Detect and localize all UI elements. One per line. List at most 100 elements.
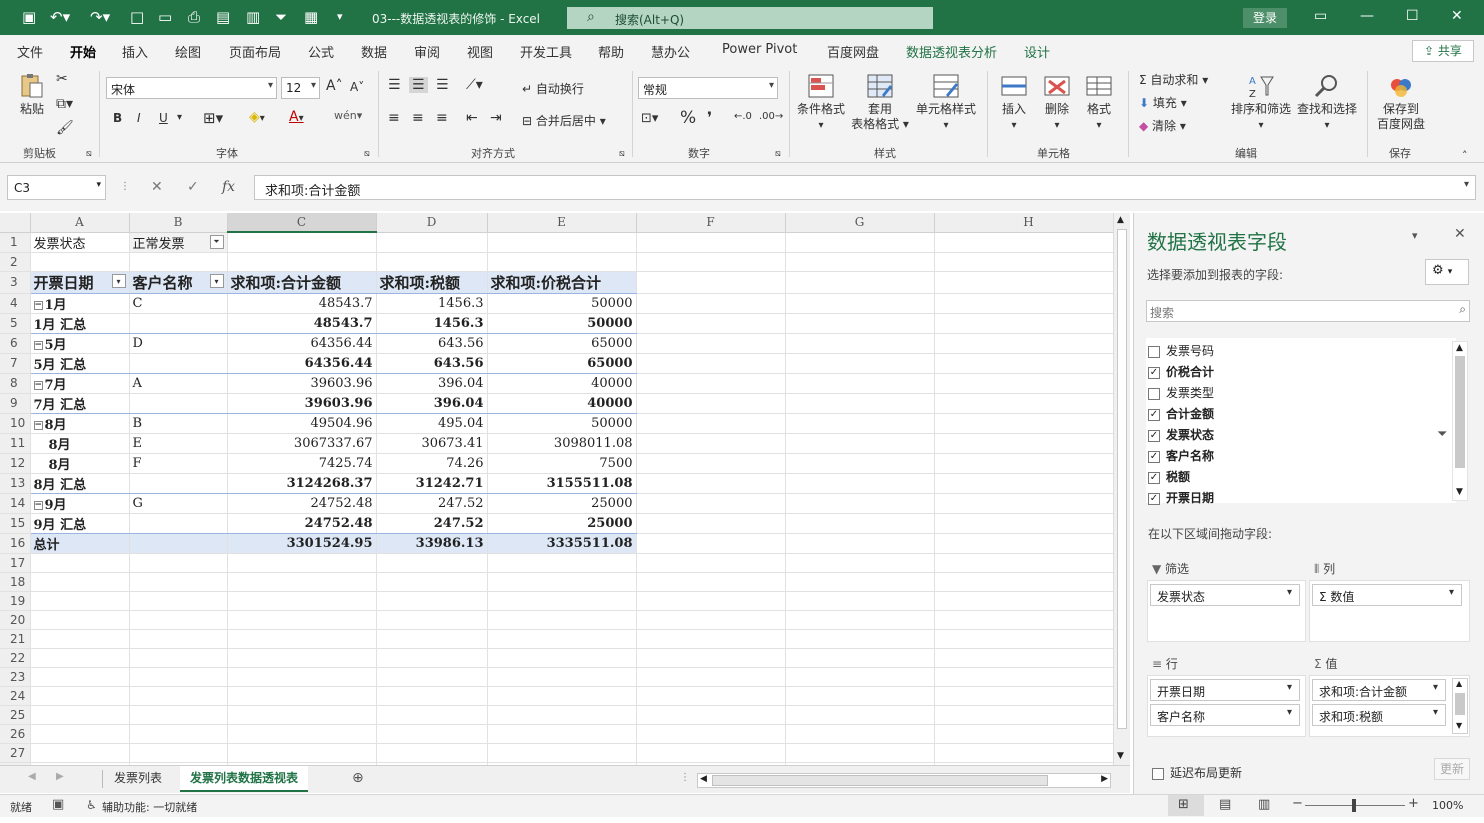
- cell[interactable]: 30673.41: [376, 433, 488, 454]
- scroll-up-icon[interactable]: ▲: [1117, 215, 1124, 225]
- row-field-pill[interactable]: 开票日期: [1150, 679, 1300, 701]
- cell[interactable]: [129, 629, 228, 649]
- cell[interactable]: [934, 743, 1124, 763]
- scrollbar-thumb[interactable]: [1455, 356, 1465, 468]
- field-item[interactable]: ✓ 税额: [1148, 468, 1190, 485]
- cell[interactable]: [636, 667, 786, 687]
- align-center-icon[interactable]: ≡: [412, 110, 424, 126]
- page-layout-view-icon[interactable]: ▤: [1219, 797, 1231, 812]
- cell[interactable]: 25000: [487, 513, 637, 534]
- row-header[interactable]: 10: [0, 413, 31, 434]
- align-top-icon[interactable]: ☰: [388, 77, 401, 93]
- cell[interactable]: [487, 572, 637, 592]
- cell[interactable]: [227, 686, 377, 706]
- row-header[interactable]: 15: [0, 513, 31, 534]
- cell[interactable]: [636, 513, 786, 534]
- cell[interactable]: [487, 232, 637, 253]
- prev-sheet-icon[interactable]: ◀: [28, 771, 36, 782]
- decrease-decimal-icon[interactable]: .00→: [759, 111, 783, 122]
- cell[interactable]: [129, 553, 228, 573]
- cell[interactable]: [785, 724, 935, 744]
- cell[interactable]: 3098011.08: [487, 433, 637, 454]
- vertical-scrollbar[interactable]: ▲ ▼: [1113, 213, 1130, 765]
- cell[interactable]: [785, 705, 935, 725]
- zoom-in-icon[interactable]: +: [1408, 796, 1419, 811]
- cell[interactable]: [487, 686, 637, 706]
- cell[interactable]: 求和项:税额: [376, 271, 488, 294]
- row-header[interactable]: 7: [0, 353, 31, 374]
- cell[interactable]: [129, 743, 228, 763]
- menu-insert[interactable]: 插入: [122, 42, 148, 61]
- menu-home[interactable]: 开始: [70, 42, 97, 68]
- cell[interactable]: [934, 293, 1124, 314]
- checkbox-checked-icon[interactable]: ✓: [1148, 471, 1160, 484]
- save-baidu-button[interactable]: 保存到 百度网盘: [1374, 73, 1428, 132]
- row-header[interactable]: 12: [0, 453, 31, 474]
- cancel-icon[interactable]: ✕: [151, 179, 163, 195]
- cell[interactable]: [785, 271, 935, 294]
- undo-icon[interactable]: ↶▾: [50, 9, 70, 25]
- filter-field-pill[interactable]: 发票状态: [1150, 584, 1300, 606]
- horizontal-scrollbar[interactable]: ◀ ▶: [697, 773, 1111, 788]
- cell[interactable]: −7月: [30, 373, 130, 394]
- cell[interactable]: [30, 572, 130, 592]
- layout-settings-button[interactable]: ⚙ ▾: [1425, 259, 1469, 285]
- sheet-tab-pivot[interactable]: 发票列表数据透视表: [180, 766, 309, 792]
- cell[interactable]: [785, 413, 935, 434]
- column-header[interactable]: F: [636, 213, 786, 233]
- collapse-icon[interactable]: −: [33, 380, 43, 390]
- field-item[interactable]: 发票类型: [1148, 384, 1214, 401]
- cell[interactable]: [785, 373, 935, 394]
- cell[interactable]: [785, 433, 935, 454]
- add-sheet-icon[interactable]: ⊕: [352, 770, 364, 786]
- cell[interactable]: [636, 453, 786, 474]
- increase-decimal-icon[interactable]: ←.0: [734, 111, 752, 122]
- cell[interactable]: [227, 724, 377, 744]
- defer-update-checkbox[interactable]: 延迟布局更新: [1152, 764, 1242, 781]
- cell[interactable]: 39603.96: [227, 393, 377, 414]
- field-item[interactable]: ✓ 客户名称: [1148, 447, 1214, 464]
- paste-button[interactable]: 粘贴: [14, 73, 50, 117]
- cell[interactable]: 396.04: [376, 373, 488, 394]
- menu-review[interactable]: 审阅: [414, 42, 440, 61]
- page-break-view-icon[interactable]: ▥: [1258, 797, 1270, 812]
- row-header[interactable]: 14: [0, 493, 31, 514]
- tab-split-icon[interactable]: ⋮: [680, 772, 690, 783]
- cell[interactable]: [376, 667, 488, 687]
- cell[interactable]: [30, 591, 130, 611]
- collapse-ribbon-icon[interactable]: ˄: [1462, 149, 1468, 162]
- macro-record-icon[interactable]: ▣: [52, 797, 64, 812]
- cell[interactable]: [636, 572, 786, 592]
- cell[interactable]: 3124268.37: [227, 473, 377, 494]
- row-field-pill[interactable]: 客户名称: [1150, 704, 1300, 726]
- cell[interactable]: [785, 353, 935, 374]
- cell[interactable]: [636, 648, 786, 668]
- copy-icon[interactable]: ⧉▾: [56, 96, 73, 112]
- cell[interactable]: [934, 252, 1124, 272]
- underline-dropdown-icon[interactable]: ▾: [177, 112, 182, 123]
- cell[interactable]: 3335511.08: [487, 533, 637, 554]
- row-header[interactable]: 13: [0, 473, 31, 494]
- cell[interactable]: 1月 汇总: [30, 313, 130, 334]
- format-as-table-button[interactable]: 套用 表格格式 ▾: [850, 73, 910, 132]
- field-item[interactable]: ✓ 开票日期: [1148, 489, 1214, 506]
- enter-icon[interactable]: ✓: [187, 179, 199, 195]
- accounting-format-icon[interactable]: ⊡▾: [641, 111, 658, 126]
- collapse-icon[interactable]: −: [33, 340, 43, 350]
- select-all-corner[interactable]: [0, 213, 31, 233]
- cell[interactable]: D: [129, 333, 228, 354]
- underline-button[interactable]: U: [159, 111, 168, 125]
- cell[interactable]: [487, 591, 637, 611]
- cell[interactable]: [934, 433, 1124, 454]
- cell[interactable]: 1456.3: [376, 293, 488, 314]
- row-header[interactable]: 4: [0, 293, 31, 314]
- column-header[interactable]: A: [30, 213, 130, 233]
- scroll-left-icon[interactable]: ◀: [700, 774, 707, 784]
- phonetic-icon[interactable]: wén▾: [334, 109, 362, 122]
- column-header[interactable]: C: [227, 213, 377, 233]
- insert-function-button[interactable]: fx: [222, 179, 235, 195]
- cell[interactable]: [227, 743, 377, 763]
- font-name-combo[interactable]: 宋体: [106, 77, 277, 99]
- sort-filter-button[interactable]: AZ 排序和筛选 ▾: [1230, 73, 1292, 133]
- cell[interactable]: [934, 313, 1124, 334]
